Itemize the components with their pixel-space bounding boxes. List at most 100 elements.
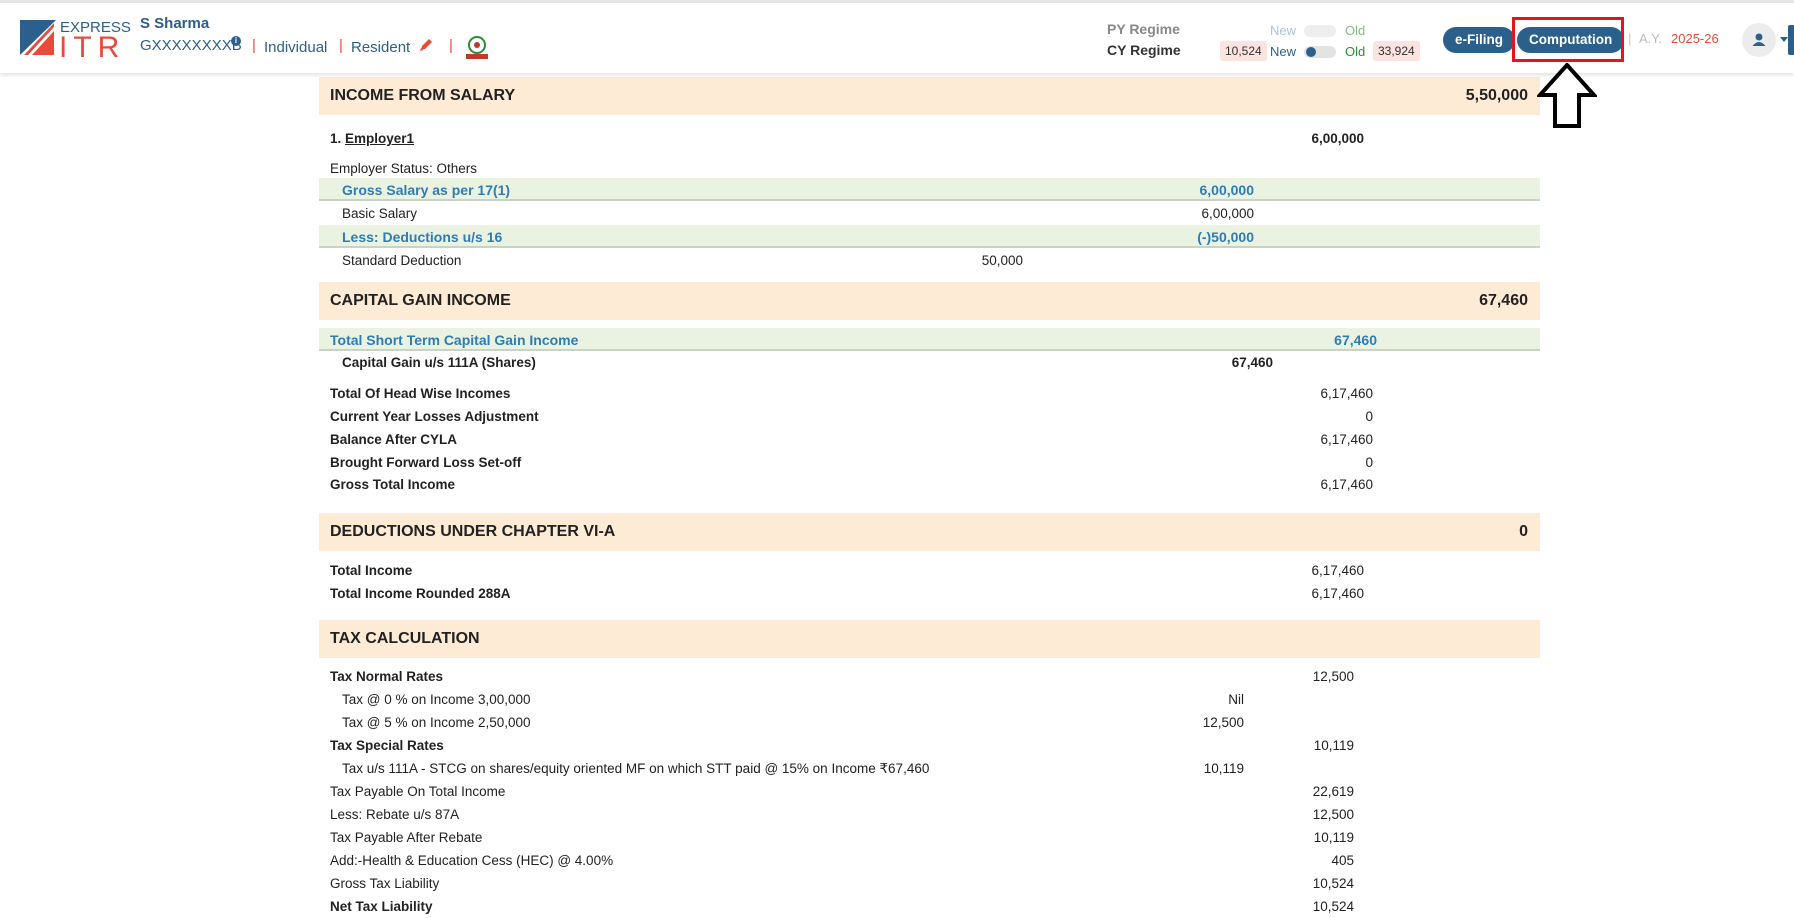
employer-total: 6,00,000 [1311, 131, 1364, 146]
section-title: DEDUCTIONS UNDER CHAPTER VI-A [330, 523, 616, 540]
section-title: INCOME FROM SALARY [330, 87, 516, 104]
gross-salary-label: Gross Salary as per 17(1) [342, 182, 511, 198]
separator: | [1628, 31, 1632, 46]
cy-regime-toggle[interactable] [1304, 46, 1336, 58]
up-arrow-icon [1537, 63, 1597, 128]
cy-new-regime-tax: 10,524 [1220, 41, 1267, 61]
employer-status: Employer Status: Others [330, 161, 478, 176]
deductions-u16-label: Less: Deductions u/s 16 [342, 229, 503, 245]
tax-111a-value: 10,119 [1203, 761, 1244, 776]
gross-salary-row: Gross Salary as per 17(1) 6,00,000 [319, 178, 1540, 201]
tax-special-rates-row: Tax Special Rates 10,119 [319, 735, 1540, 757]
tax-line-label: Tax Payable After Rebate [330, 830, 483, 845]
edit-pencil-icon[interactable] [418, 37, 434, 58]
assessee-type[interactable]: Individual [264, 39, 327, 56]
cy-regime-label: CY Regime [1107, 42, 1181, 58]
user-pan: GXXXXXXXXB [140, 37, 242, 54]
summary-label: Gross Total Income [330, 477, 456, 492]
tax-111a-row: Tax u/s 111A - STCG on shares/equity ori… [319, 758, 1540, 780]
tax-normal-rates-row: Tax Normal Rates 12,500 [319, 666, 1540, 688]
summary-row: Brought Forward Loss Set-off 0 [319, 452, 1540, 474]
py-regime-toggle [1304, 25, 1336, 37]
separator: | [449, 37, 453, 54]
total-income-rounded-row: Total Income Rounded 288A 6,17,460 [319, 583, 1540, 605]
net-tax-liability-label: Net Tax Liability [330, 899, 433, 914]
toggle-knob [1306, 47, 1316, 57]
side-panel-handle[interactable] [1788, 25, 1794, 55]
total-income-row: Total Income 6,17,460 [319, 560, 1540, 582]
capital-gain-111a-row: Capital Gain u/s 111A (Shares) 67,460 [319, 352, 1540, 374]
tax-line-label: Gross Tax Liability [330, 876, 440, 891]
tax-line-label: Add:-Health & Education Cess (HEC) @ 4.0… [330, 853, 614, 868]
express-itr-logo[interactable]: EXPRESS ITR [20, 17, 131, 64]
info-icon[interactable]: i [231, 36, 241, 46]
section-total: 0 [1519, 523, 1528, 540]
summary-row: Total Of Head Wise Incomes 6,17,460 [319, 383, 1540, 405]
summary-label: Balance After CYLA [330, 432, 458, 447]
deductions-u16-value: (-)50,000 [1197, 229, 1254, 245]
net-tax-liability-value: 10,524 [1312, 899, 1354, 914]
tax-line-row: Tax Payable After Rebate 10,119 [319, 827, 1540, 849]
basic-salary-label: Basic Salary [342, 206, 418, 221]
summary-row: Current Year Losses Adjustment 0 [319, 406, 1540, 428]
py-regime-label: PY Regime [1107, 21, 1180, 37]
employer-status-row: Employer Status: Others [319, 158, 1540, 180]
top-header: EXPRESS ITR S Sharma GXXXXXXXXB i | Indi… [0, 0, 1794, 73]
summary-label: Total Of Head Wise Incomes [330, 386, 511, 401]
summary-value: 6,17,460 [1320, 477, 1373, 492]
tax-line-value: 10,524 [1312, 876, 1354, 891]
summary-value: 0 [1365, 409, 1373, 424]
tax-special-rates-value: 10,119 [1313, 738, 1354, 753]
tax-slab-value: 12,500 [1202, 715, 1244, 730]
tax-normal-rates-label: Tax Normal Rates [330, 669, 444, 684]
tax-slab-row: Tax @ 0 % on Income 3,00,000 Nil [319, 689, 1540, 711]
tax-line-value: 405 [1331, 853, 1354, 868]
chevron-down-icon[interactable] [1780, 37, 1788, 42]
separator: | [339, 37, 343, 54]
standard-deduction-value: 50,000 [981, 253, 1023, 268]
capital-gain-111a-label: Capital Gain u/s 111A (Shares) [342, 355, 536, 370]
employer-name-link[interactable]: Employer1 [345, 131, 414, 146]
cy-old-label: Old [1345, 44, 1366, 59]
user-name: S Sharma [140, 15, 210, 32]
section-title: CAPITAL GAIN INCOME [330, 292, 511, 309]
section-total: 67,460 [1479, 292, 1528, 309]
tax-line-label: Less: Rebate u/s 87A [330, 807, 460, 822]
standard-deduction-label: Standard Deduction [342, 253, 462, 268]
summary-label: Current Year Losses Adjustment [330, 409, 539, 424]
tax-111a-label: Tax u/s 111A - STCG on shares/equity ori… [342, 761, 930, 776]
cy-new-label: New [1270, 44, 1297, 59]
computation-sheet: INCOME FROM SALARY 5,50,000 1. Employer1… [319, 70, 1540, 916]
tax-line-value: 10,119 [1313, 830, 1354, 845]
summary-row: Gross Total Income 6,17,460 [319, 474, 1540, 496]
cy-old-regime-tax: 33,924 [1373, 41, 1420, 61]
section-total: 5,50,000 [1465, 87, 1528, 104]
standard-deduction-row: Standard Deduction 50,000 [319, 250, 1540, 272]
tax-line-row: Less: Rebate u/s 87A 12,500 [319, 804, 1540, 826]
basic-salary-value: 6,00,000 [1201, 206, 1254, 221]
tax-line-row: Add:-Health & Education Cess (HEC) @ 4.0… [319, 850, 1540, 872]
ay-label: A.Y. [1639, 31, 1662, 46]
user-icon [1752, 33, 1766, 46]
tax-slab-row: Tax @ 5 % on Income 2,50,000 12,500 [319, 712, 1540, 734]
section-income-from-salary: INCOME FROM SALARY 5,50,000 [319, 77, 1540, 115]
section-title: TAX CALCULATION [330, 630, 480, 647]
residency-status[interactable]: Resident [351, 39, 410, 56]
total-income-label: Total Income [330, 563, 413, 578]
logo-mark-icon [20, 20, 56, 55]
gross-salary-value: 6,00,000 [1199, 182, 1255, 198]
stcg-total-row: Total Short Term Capital Gain Income 67,… [319, 328, 1540, 351]
py-old-label: Old [1345, 23, 1366, 38]
income-tax-emblem-icon [462, 35, 492, 66]
user-avatar[interactable] [1742, 23, 1776, 57]
tax-slab-label: Tax @ 0 % on Income 3,00,000 [342, 692, 531, 707]
highlight-rectangle [1512, 17, 1624, 62]
tax-slab-label: Tax @ 5 % on Income 2,50,000 [342, 715, 531, 730]
stcg-total-label: Total Short Term Capital Gain Income [330, 332, 579, 348]
efiling-button[interactable]: e-Filing [1443, 27, 1515, 53]
deductions-u16-row: Less: Deductions u/s 16 (-)50,000 [319, 225, 1540, 248]
logo-text-itr: ITR [59, 31, 126, 64]
total-income-rounded-label: Total Income Rounded 288A [330, 586, 511, 601]
employer-number: 1. [330, 131, 342, 146]
capital-gain-111a-value: 67,460 [1231, 355, 1273, 370]
